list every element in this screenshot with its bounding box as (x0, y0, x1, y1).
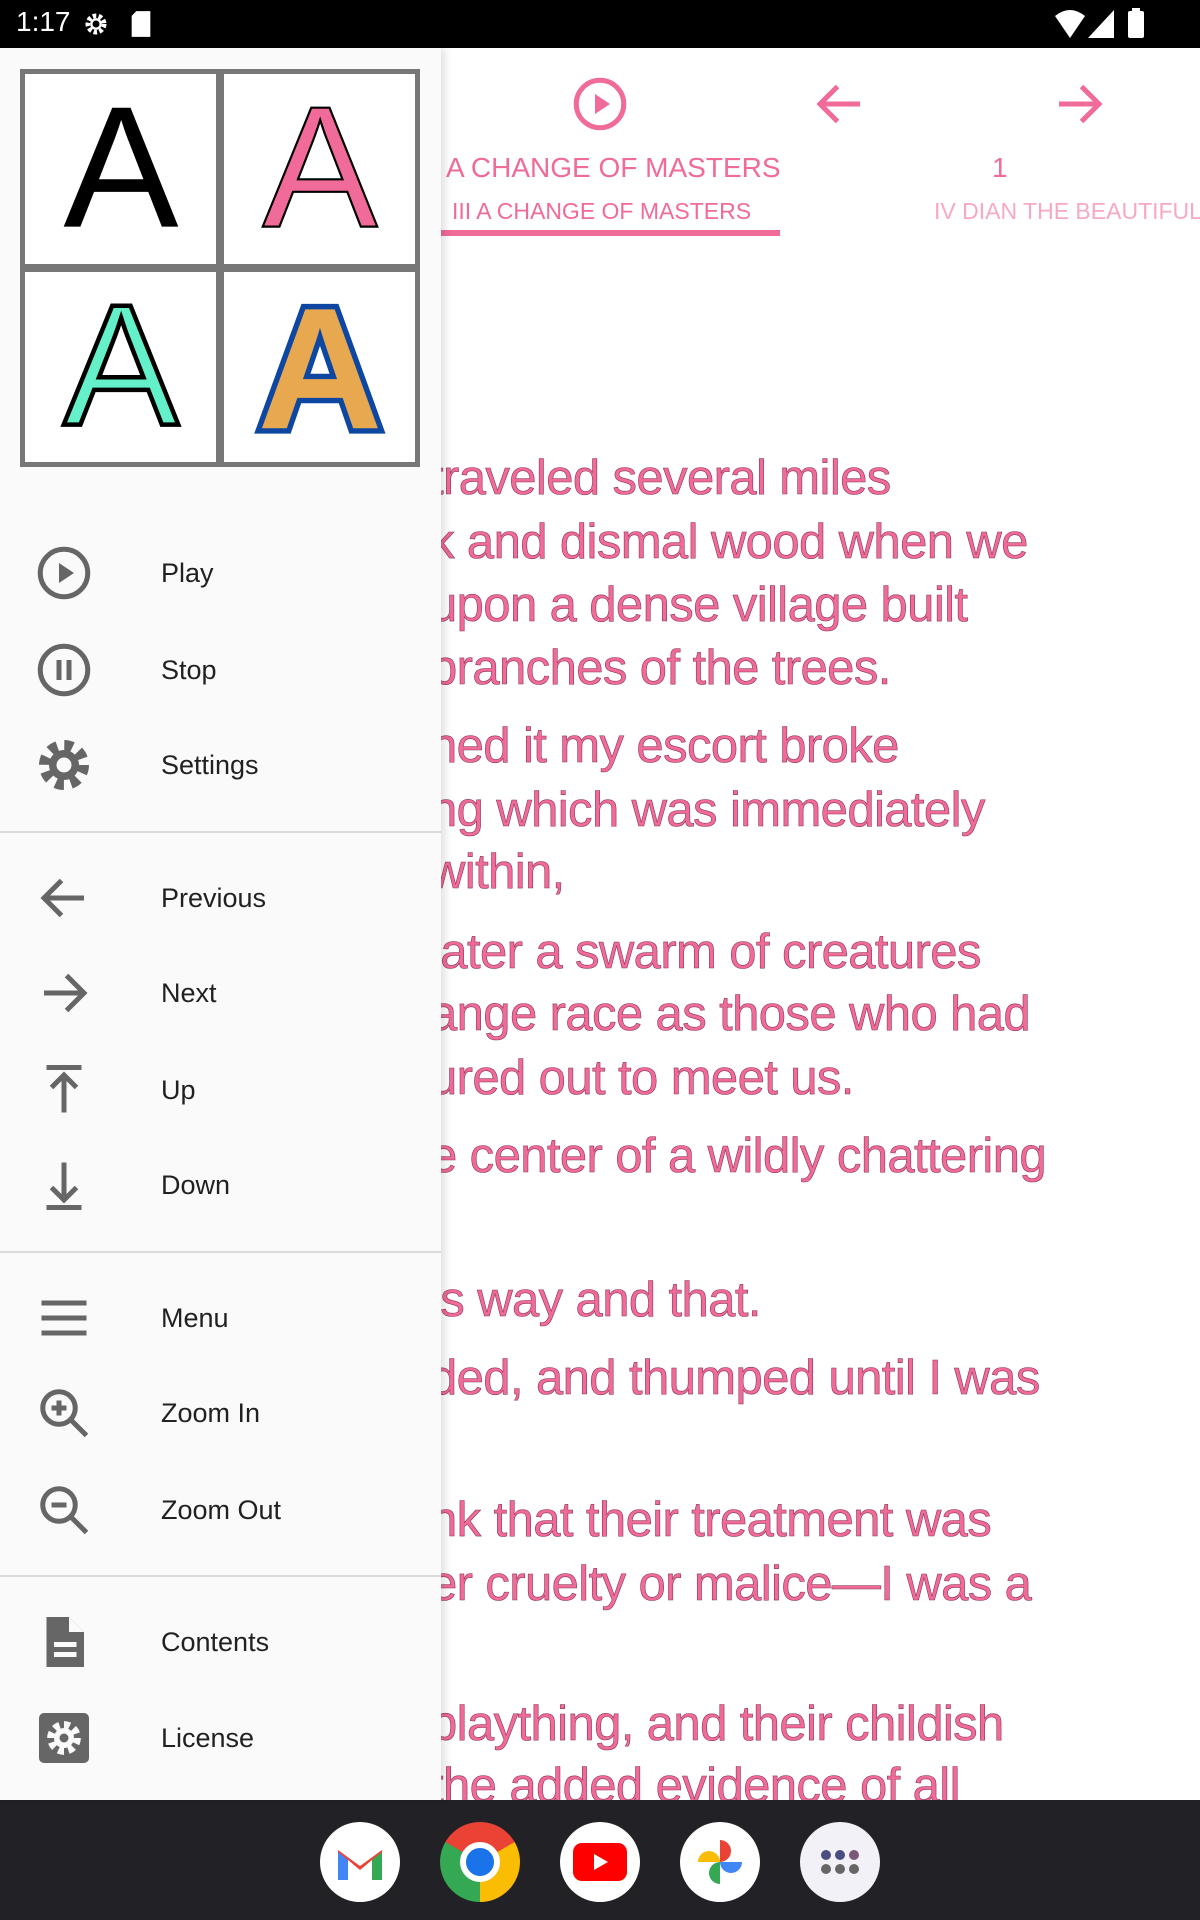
text-line: er cruelty or malice—I was a (430, 1557, 1033, 1612)
svg-text:A: A (257, 277, 382, 457)
play-circle-icon[interactable] (570, 74, 630, 134)
text-line: within, (430, 845, 566, 900)
text-line: e center of a wildly chattering (430, 1129, 1047, 1184)
navigation-drawer: A A A A Play Stop Settings Previous Next… (0, 48, 441, 1800)
text-line: the added evidence of all (430, 1759, 961, 1800)
menu-item-label: Contents (161, 1626, 270, 1657)
text-line: ng which was immediately (430, 783, 986, 838)
menu-item-label: Settings (161, 749, 259, 780)
arrow-forward-icon (44, 973, 88, 1013)
zoom-in-icon (40, 1389, 89, 1438)
divider (0, 1251, 441, 1253)
pause-circle-icon (37, 643, 91, 697)
arrow-back-icon[interactable] (810, 74, 870, 134)
text-line: ded, and thumped until I was (430, 1351, 1041, 1406)
youtube-app-icon[interactable] (560, 1822, 640, 1902)
menu-item-play[interactable]: Play (0, 525, 441, 621)
document-icon (46, 1617, 84, 1667)
photos-app-icon[interactable] (680, 1822, 760, 1902)
settings-icon (85, 13, 107, 35)
text-line: traveled several miles (430, 451, 892, 506)
text-line: later a swarm of creatures (430, 925, 982, 980)
font-style-picker: A A A A (20, 69, 420, 467)
menu-item-stop[interactable]: Stop (0, 622, 441, 718)
svg-text:A: A (63, 79, 178, 259)
text-line: ange race as those who had (430, 987, 1031, 1042)
font-style-aqua[interactable]: A (25, 272, 216, 462)
text-line: k and dismal wood when we (430, 515, 1029, 570)
status-bar: 1:17 (0, 0, 1200, 48)
menu-item-license[interactable]: License (0, 1690, 441, 1786)
menu-item-zoom-in[interactable]: Zoom In (0, 1365, 441, 1461)
menu-item-label: Up (161, 1074, 196, 1105)
menu-item-menu[interactable]: Menu (0, 1270, 441, 1366)
sd-card-icon (131, 11, 151, 37)
font-style-pink[interactable]: A (224, 74, 415, 264)
hamburger-icon (41, 1300, 87, 1336)
menu-item-label: Zoom Out (161, 1494, 282, 1525)
font-style-black[interactable]: A (25, 74, 216, 264)
menu-item-zoom-out[interactable]: Zoom Out (0, 1462, 441, 1558)
text-line: is way and that. (430, 1273, 762, 1328)
menu-item-label: Stop (161, 654, 217, 685)
gear-icon (39, 740, 89, 790)
menu-item-label: Next (161, 977, 217, 1008)
battery-icon (1128, 8, 1144, 38)
menu-item-contents[interactable]: Contents (0, 1594, 441, 1690)
menu-item-label: License (161, 1722, 255, 1753)
dock-bar (0, 1800, 1200, 1920)
menu-item-label: Down (161, 1169, 231, 1200)
menu-item-label: Previous (161, 882, 267, 913)
menu-item-previous[interactable]: Previous (0, 850, 441, 946)
menu-item-label: Zoom In (161, 1397, 261, 1428)
tab-chapter-iv[interactable]: IV DIAN THE BEAUTIFUL (934, 198, 1200, 225)
text-line: branches of the trees. (430, 641, 892, 696)
zoom-out-icon (40, 1486, 89, 1535)
divider (0, 831, 441, 833)
wifi-icon (1055, 10, 1085, 38)
signal-icon (1088, 10, 1114, 38)
svg-text:A: A (63, 277, 178, 457)
divider (0, 1575, 441, 1577)
upload-icon (46, 1065, 82, 1113)
arrow-forward-icon[interactable] (1049, 74, 1109, 134)
menu-item-label: Menu (161, 1302, 229, 1333)
menu-item-label: Play (161, 557, 214, 588)
tab-chapter-iii[interactable]: III A CHANGE OF MASTERS (452, 198, 751, 225)
menu-item-down[interactable]: Down (0, 1137, 441, 1233)
text-line: plaything, and their childish (430, 1697, 1005, 1752)
gmail-app-icon[interactable] (320, 1822, 400, 1902)
menu-item-settings[interactable]: Settings (0, 717, 441, 813)
svg-text:A: A (262, 79, 377, 259)
menu-item-up[interactable]: Up (0, 1042, 441, 1138)
text-line: nk that their treatment was (430, 1493, 992, 1548)
app-drawer-icon[interactable] (800, 1822, 880, 1902)
text-line: upon a dense village built (430, 578, 969, 633)
status-time: 1:17 (16, 6, 71, 37)
menu-item-next[interactable]: Next (0, 945, 441, 1041)
font-style-blue-orange[interactable]: A (224, 272, 415, 462)
play-circle-icon (37, 546, 91, 600)
text-line: hed it my escort broke (430, 719, 900, 774)
arrow-back-icon (40, 878, 84, 918)
text-line: ured out to meet us. (430, 1051, 855, 1106)
tab-indicator (432, 230, 780, 236)
current-chapter-title: I A CHANGE OF MASTERS (432, 152, 781, 183)
settings-box-icon (39, 1713, 89, 1763)
page-number: 1 (992, 152, 1008, 183)
chrome-app-icon[interactable] (440, 1822, 520, 1902)
download-icon (46, 1162, 82, 1210)
